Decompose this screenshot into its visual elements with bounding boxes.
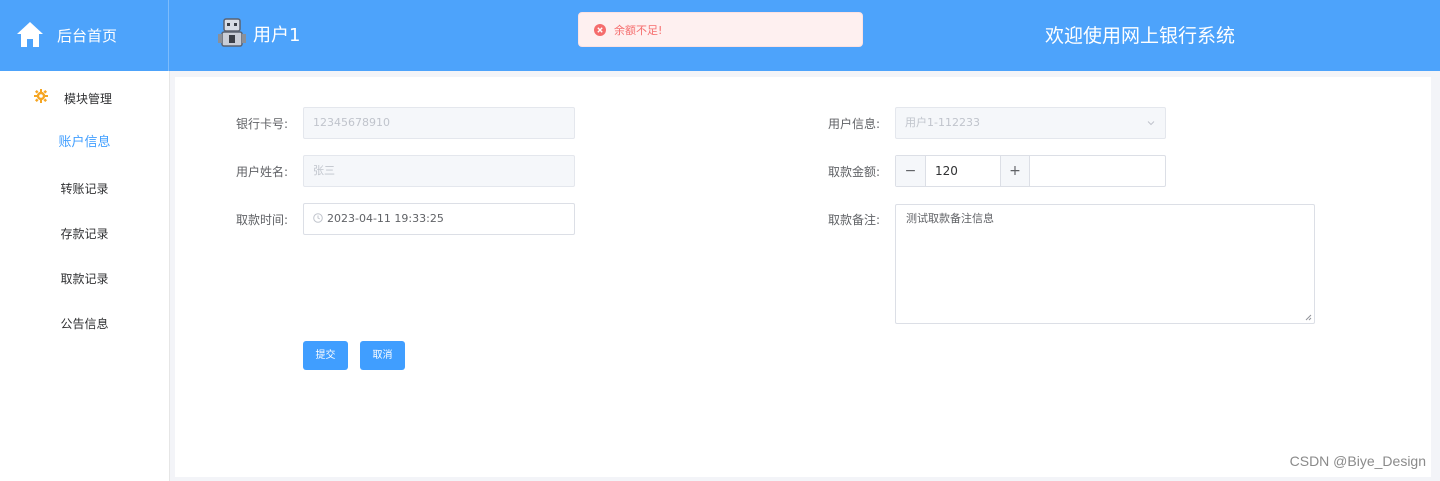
user-name-input[interactable]: 张三	[303, 155, 575, 187]
amount-input[interactable]: 120	[926, 156, 1000, 186]
error-circle-icon	[594, 23, 606, 36]
sidebar-item-deposit[interactable]: 存款记录	[0, 219, 169, 249]
user-name-label: 用户姓名:	[235, 165, 288, 179]
amount-stepper: − 120 +	[895, 155, 1166, 187]
withdraw-time-label: 取款时间:	[235, 213, 288, 227]
remark-textarea[interactable]: 测试取款备注信息	[895, 204, 1315, 324]
withdraw-time-picker[interactable]: 2023-04-11 19:33:25	[303, 203, 575, 235]
user-info-select[interactable]: 用户1-112233	[895, 107, 1166, 139]
user-info-label: 用户信息:	[827, 117, 880, 131]
submit-button[interactable]: 提交	[303, 341, 348, 370]
toast-message: 余额不足!	[614, 23, 663, 37]
cancel-button[interactable]: 取消	[360, 341, 405, 370]
withdraw-time-value: 2023-04-11 19:33:25	[327, 212, 444, 225]
sidebar-group-label: 模块管理	[64, 92, 113, 106]
chevron-down-icon	[1147, 121, 1155, 126]
error-toast: 余额不足!	[578, 12, 863, 47]
sidebar-item-withdraw[interactable]: 取款记录	[0, 264, 169, 294]
amount-decrease-button[interactable]: −	[896, 156, 926, 186]
card-number-input[interactable]: 12345678910	[303, 107, 575, 139]
amount-label: 取款金额:	[827, 165, 880, 179]
card-number-label: 银行卡号:	[235, 117, 288, 131]
clock-icon	[313, 213, 323, 223]
home-icon	[17, 22, 43, 47]
sidebar-item-account[interactable]: 账户信息	[0, 128, 169, 158]
welcome-title: 欢迎使用网上银行系统	[1045, 25, 1236, 47]
user-info-value: 用户1-112233	[905, 116, 980, 129]
sidebar-item-transfer[interactable]: 转账记录	[0, 174, 169, 204]
current-user-name[interactable]: 用户1	[253, 21, 300, 47]
watermark: CSDN @Biye_Design	[1289, 453, 1426, 469]
amount-increase-button[interactable]: +	[1000, 156, 1030, 186]
logo-text: 后台首页	[57, 27, 118, 45]
gear-icon	[34, 89, 48, 103]
user-avatar-icon	[218, 18, 246, 47]
remark-value: 测试取款备注信息	[906, 212, 994, 225]
resize-handle-icon[interactable]	[1304, 313, 1312, 321]
sidebar: 模块管理 账户信息 转账记录 存款记录 取款记录 公告信息	[0, 71, 170, 481]
withdraw-form: 银行卡号: 12345678910 用户姓名: 张三 取款时间: 2023-04…	[175, 77, 1431, 477]
logo-area[interactable]: 后台首页	[0, 0, 169, 71]
sidebar-group-module[interactable]: 模块管理	[0, 84, 169, 112]
sidebar-item-notice[interactable]: 公告信息	[0, 309, 169, 339]
remark-label: 取款备注:	[827, 213, 880, 227]
